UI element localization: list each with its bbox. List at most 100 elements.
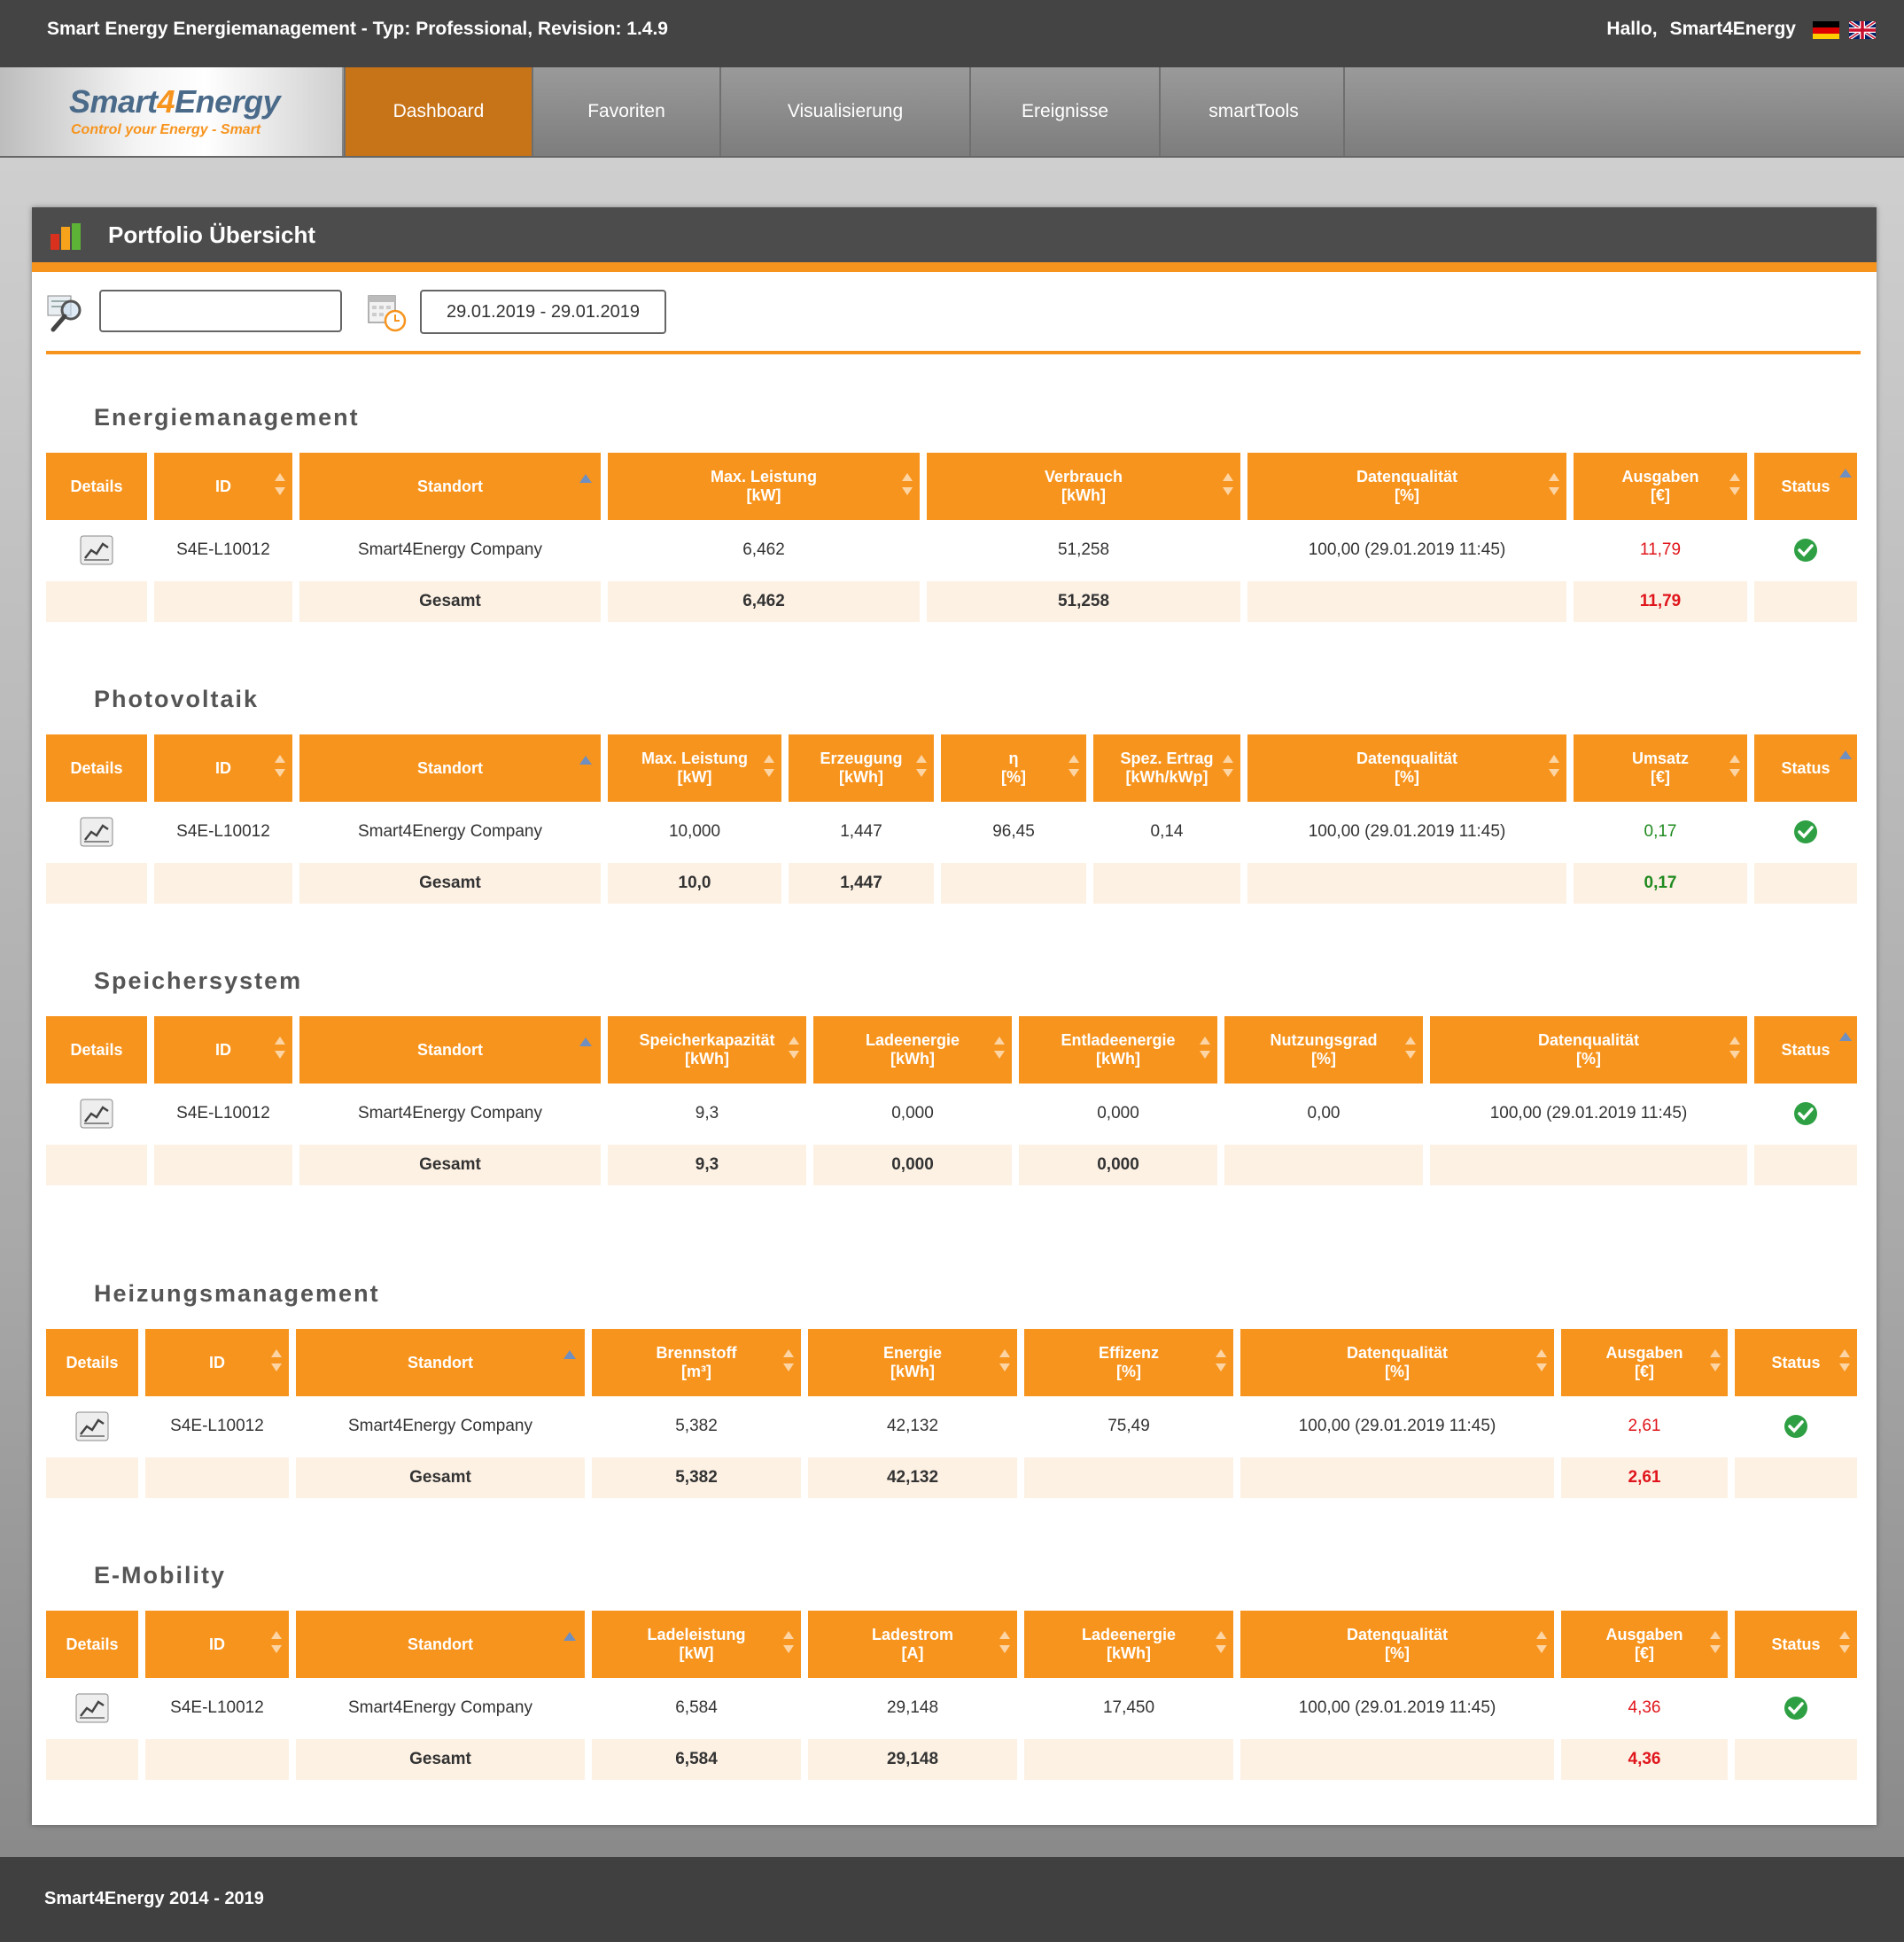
sort-icon[interactable] [1069, 755, 1079, 781]
sort-icon[interactable] [1710, 1349, 1721, 1376]
col-header-umsatz[interactable]: Umsatz [€] [1574, 734, 1747, 802]
col-header-ladeenergie[interactable]: Ladeenergie [kWh] [813, 1016, 1012, 1084]
col-header-id[interactable]: ID [154, 1016, 292, 1084]
col-header-ausgaben[interactable]: Ausgaben [€] [1574, 453, 1747, 520]
col-header-erzeugung[interactable]: Erzeugung [kWh] [789, 734, 934, 802]
col-header-status[interactable]: Status [1754, 453, 1857, 520]
sort-icon[interactable] [275, 755, 285, 781]
col-header-id[interactable]: ID [145, 1329, 289, 1396]
col-header-entladeenergie[interactable]: Entladeenergie [kWh] [1019, 1016, 1217, 1084]
col-header-id[interactable]: ID [154, 734, 292, 802]
sort-icon[interactable] [783, 1631, 794, 1658]
line-chart-icon[interactable] [75, 1411, 109, 1441]
date-range-input[interactable]: 29.01.2019 - 29.01.2019 [420, 290, 666, 334]
sort-icon[interactable] [271, 1349, 282, 1376]
col-header-max-leistung[interactable]: Max. Leistung [kW] [608, 734, 781, 802]
calendar-clock-icon[interactable] [367, 292, 408, 333]
col-header-spez-ertrag[interactable]: Spez. Ertrag [kWh/kWp] [1093, 734, 1240, 802]
sort-asc-icon[interactable] [579, 1037, 592, 1046]
sort-asc-icon[interactable] [563, 1350, 576, 1359]
col-header-standort[interactable]: Standort [296, 1611, 585, 1678]
col-header-datenqualitaet[interactable]: Datenqualität [%] [1240, 1329, 1554, 1396]
sort-icon[interactable] [1729, 755, 1740, 781]
col-header-nutzungsgrad[interactable]: Nutzungsgrad [%] [1224, 1016, 1423, 1084]
sort-asc-icon[interactable] [579, 474, 592, 483]
col-header-status[interactable]: Status [1735, 1329, 1857, 1396]
sort-asc-icon[interactable] [1839, 469, 1852, 478]
col-header-ausgaben[interactable]: Ausgaben [€] [1561, 1329, 1728, 1396]
sort-icon[interactable] [1536, 1631, 1547, 1658]
details-cell[interactable] [46, 1682, 138, 1735]
sort-icon[interactable] [271, 1631, 282, 1658]
nav-tab-dashboard[interactable]: Dashboard [344, 67, 532, 156]
sort-icon[interactable] [783, 1349, 794, 1376]
sort-icon[interactable] [1223, 755, 1233, 781]
line-chart-icon[interactable] [80, 1099, 113, 1129]
col-header-verbrauch[interactable]: Verbrauch [kWh] [927, 453, 1240, 520]
col-header-effizienz[interactable]: Effizenz [%] [1024, 1329, 1233, 1396]
sort-icon[interactable] [1405, 1037, 1416, 1063]
sort-icon[interactable] [1729, 1037, 1740, 1063]
details-cell[interactable] [46, 524, 147, 577]
col-header-datenqualitaet[interactable]: Datenqualität [%] [1247, 734, 1566, 802]
sort-icon[interactable] [994, 1037, 1005, 1063]
sort-icon[interactable] [1223, 473, 1233, 500]
col-header-standort[interactable]: Standort [299, 1016, 601, 1084]
sort-icon[interactable] [902, 473, 913, 500]
details-cell[interactable] [46, 1400, 138, 1453]
sort-icon[interactable] [1839, 1631, 1850, 1658]
sort-icon[interactable] [1729, 473, 1740, 500]
col-header-status[interactable]: Status [1754, 734, 1857, 802]
col-header-standort[interactable]: Standort [299, 453, 601, 520]
col-header-speicherkapazitaet[interactable]: Speicherkapazität [kWh] [608, 1016, 806, 1084]
col-header-status[interactable]: Status [1754, 1016, 1857, 1084]
line-chart-icon[interactable] [75, 1693, 109, 1723]
details-cell[interactable] [46, 805, 147, 858]
col-header-eta[interactable]: η [%] [941, 734, 1086, 802]
col-header-datenqualitaet[interactable]: Datenqualität [%] [1247, 453, 1566, 520]
sort-icon[interactable] [1839, 1349, 1850, 1376]
search-input[interactable] [99, 290, 342, 332]
details-cell[interactable] [46, 1087, 147, 1140]
col-header-ladeleistung[interactable]: Ladeleistung [kW] [592, 1611, 801, 1678]
sort-icon[interactable] [1549, 755, 1559, 781]
sort-asc-icon[interactable] [579, 756, 592, 765]
col-header-ausgaben[interactable]: Ausgaben [€] [1561, 1611, 1728, 1678]
col-header-datenqualitaet[interactable]: Datenqualität [%] [1430, 1016, 1747, 1084]
sort-asc-icon[interactable] [563, 1632, 576, 1641]
sort-icon[interactable] [1216, 1631, 1226, 1658]
col-header-energie[interactable]: Energie [kWh] [808, 1329, 1017, 1396]
sort-icon[interactable] [1200, 1037, 1210, 1063]
nav-tab-smarttools[interactable]: smartTools [1159, 67, 1347, 156]
col-header-id[interactable]: ID [145, 1611, 289, 1678]
col-header-datenqualitaet[interactable]: Datenqualität [%] [1240, 1611, 1554, 1678]
col-header-id[interactable]: ID [154, 453, 292, 520]
sort-asc-icon[interactable] [1839, 1032, 1852, 1041]
col-header-brennstoff[interactable]: Brennstoff [m³] [592, 1329, 801, 1396]
line-chart-icon[interactable] [80, 535, 113, 565]
sort-icon[interactable] [1710, 1631, 1721, 1658]
col-header-standort[interactable]: Standort [299, 734, 601, 802]
col-header-standort[interactable]: Standort [296, 1329, 585, 1396]
german-flag-icon[interactable] [1813, 21, 1839, 39]
sort-icon[interactable] [275, 1037, 285, 1063]
user-name[interactable]: Smart4Energy [1670, 19, 1796, 39]
sort-icon[interactable] [1216, 1349, 1226, 1376]
sort-asc-icon[interactable] [1839, 750, 1852, 759]
nav-tab-ereignisse[interactable]: Ereignisse [969, 67, 1159, 156]
sort-icon[interactable] [916, 755, 927, 781]
col-header-ladeenergie[interactable]: Ladeenergie [kWh] [1024, 1611, 1233, 1678]
col-header-status[interactable]: Status [1735, 1611, 1857, 1678]
line-chart-icon[interactable] [80, 817, 113, 847]
sort-icon[interactable] [789, 1037, 799, 1063]
uk-flag-icon[interactable] [1849, 21, 1876, 39]
sort-icon[interactable] [1536, 1349, 1547, 1376]
smart4energy-logo[interactable]: Smart4Energy Control your Energy - Smart [0, 67, 342, 156]
sort-icon[interactable] [275, 473, 285, 500]
nav-tab-favoriten[interactable]: Favoriten [532, 67, 719, 156]
sort-icon[interactable] [764, 755, 774, 781]
nav-tab-visualisierung[interactable]: Visualisierung [719, 67, 969, 156]
sort-icon[interactable] [999, 1631, 1010, 1658]
sort-icon[interactable] [1549, 473, 1559, 500]
col-header-max-leistung[interactable]: Max. Leistung [kW] [608, 453, 920, 520]
